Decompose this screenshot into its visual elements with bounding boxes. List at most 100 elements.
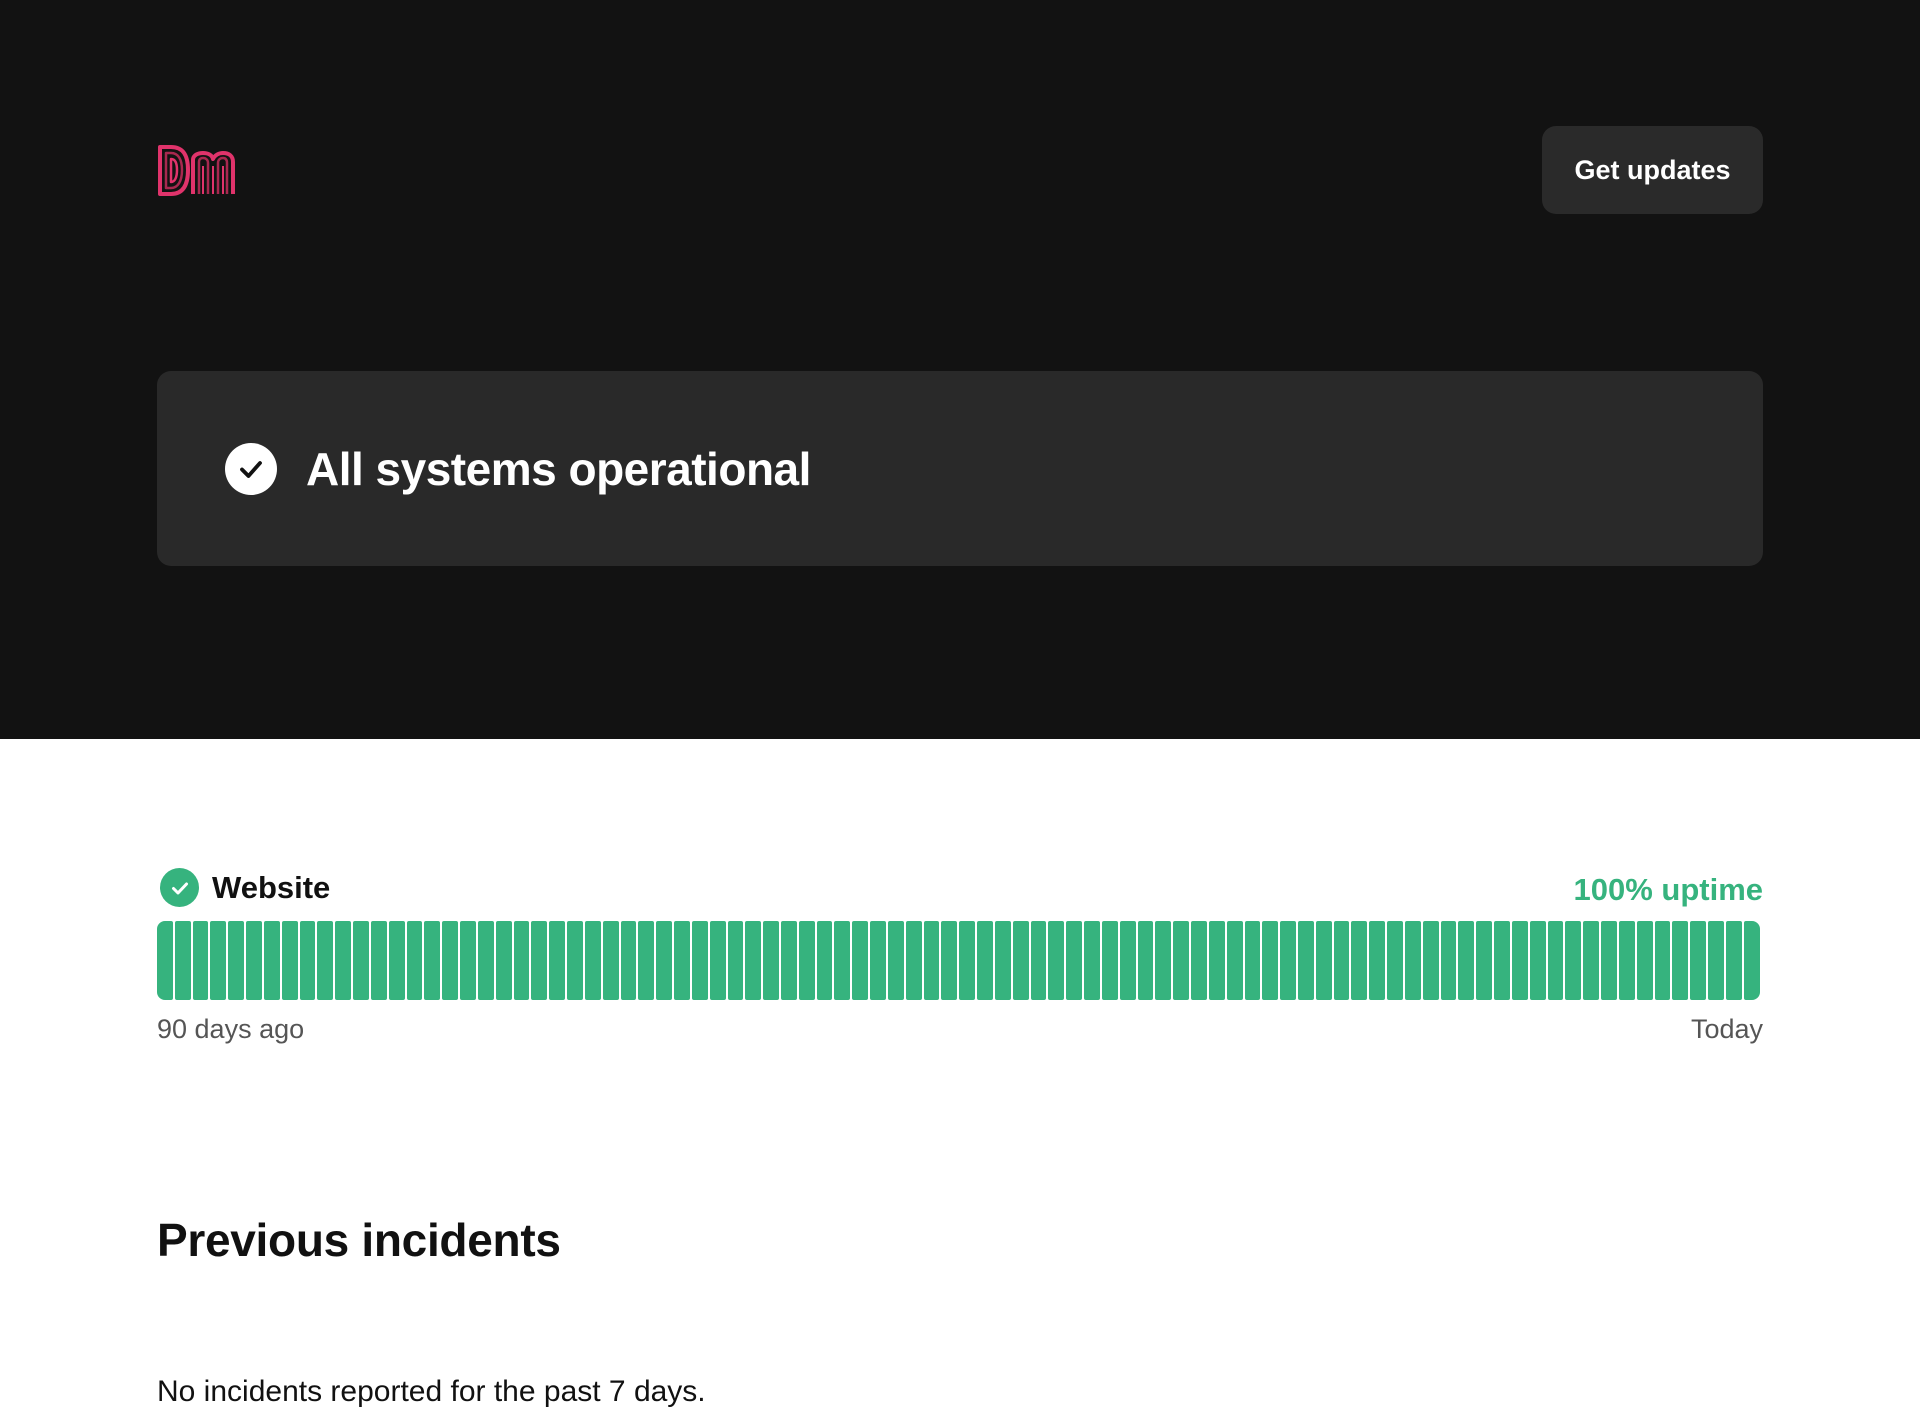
uptime-day-bar[interactable] [870, 921, 886, 1000]
uptime-day-bar[interactable] [1012, 921, 1029, 1000]
uptime-day-bar[interactable] [1030, 921, 1047, 1000]
uptime-day-bar[interactable] [638, 921, 655, 1000]
uptime-day-bar[interactable] [1351, 921, 1368, 1000]
brand-logo[interactable] [157, 144, 235, 196]
uptime-day-bar[interactable] [317, 921, 334, 1000]
component-uptime: 100% uptime [1573, 872, 1763, 907]
uptime-day-bar[interactable] [1547, 921, 1564, 1000]
uptime-day-bar[interactable] [834, 921, 851, 1000]
uptime-day-bar[interactable] [816, 921, 833, 1000]
uptime-day-bar[interactable] [1369, 921, 1386, 1000]
uptime-day-bar[interactable] [763, 921, 779, 1000]
uptime-day-bar[interactable] [1672, 921, 1689, 1000]
uptime-day-bar[interactable] [1333, 921, 1350, 1000]
range-start-label: 90 days ago [157, 1014, 305, 1044]
uptime-day-bar[interactable] [1440, 921, 1457, 1000]
uptime-day-bar[interactable] [780, 921, 797, 1000]
uptime-day-bar[interactable] [994, 921, 1011, 1000]
uptime-day-bar[interactable] [1084, 921, 1100, 1000]
uptime-day-bar[interactable] [923, 921, 940, 1000]
uptime-day-bar[interactable] [157, 921, 173, 1000]
uptime-day-bar[interactable] [299, 921, 316, 1000]
uptime-day-bar[interactable] [424, 921, 441, 1000]
uptime-day-bar[interactable] [281, 921, 298, 1000]
uptime-day-bar[interactable] [228, 921, 245, 1000]
overall-status-banner: All systems operational [157, 371, 1763, 566]
uptime-day-bar[interactable] [246, 921, 262, 1000]
uptime-day-bar[interactable] [1298, 921, 1314, 1000]
uptime-day-bar[interactable] [1743, 921, 1760, 1000]
uptime-day-bar[interactable] [174, 921, 191, 1000]
uptime-day-bar[interactable] [1511, 921, 1528, 1000]
uptime-day-bar[interactable] [1280, 921, 1296, 1000]
uptime-day-bar[interactable] [798, 921, 815, 1000]
uptime-day-bar[interactable] [1690, 921, 1707, 1000]
uptime-day-bar[interactable] [192, 921, 209, 1000]
uptime-day-bar[interactable] [905, 921, 922, 1000]
uptime-day-bar[interactable] [709, 921, 726, 1000]
uptime-day-bar[interactable] [1708, 921, 1724, 1000]
uptime-day-bar[interactable] [1191, 921, 1207, 1000]
uptime-day-bar[interactable] [1529, 921, 1546, 1000]
uptime-day-bar[interactable] [852, 921, 869, 1000]
uptime-day-bar[interactable] [941, 921, 958, 1000]
uptime-day-bar[interactable] [1458, 921, 1475, 1000]
uptime-day-bar[interactable] [210, 921, 227, 1000]
uptime-day-bar[interactable] [1725, 921, 1742, 1000]
uptime-day-bar[interactable] [1101, 921, 1118, 1000]
uptime-day-bar[interactable] [602, 921, 619, 1000]
uptime-day-bar[interactable] [1048, 921, 1065, 1000]
uptime-day-bar[interactable] [335, 921, 352, 1000]
component-name: Website [212, 870, 331, 905]
uptime-day-bar[interactable] [959, 921, 976, 1000]
uptime-day-bar[interactable] [513, 921, 530, 1000]
uptime-day-bar[interactable] [1636, 921, 1653, 1000]
uptime-day-bar[interactable] [531, 921, 548, 1000]
uptime-day-bar[interactable] [1173, 921, 1190, 1000]
uptime-day-bar[interactable] [353, 921, 369, 1000]
uptime-day-bar[interactable] [1262, 921, 1279, 1000]
uptime-day-bar[interactable] [656, 921, 673, 1000]
uptime-day-bar[interactable] [1601, 921, 1617, 1000]
check-circle-icon [225, 442, 277, 495]
uptime-day-bar[interactable] [567, 921, 583, 1000]
uptime-day-bar[interactable] [370, 921, 387, 1000]
uptime-day-bar[interactable] [1155, 921, 1172, 1000]
no-incidents-message: No incidents reported for the past 7 day… [157, 1375, 706, 1408]
uptime-day-bar[interactable] [1618, 921, 1635, 1000]
uptime-day-bar[interactable] [263, 921, 280, 1000]
uptime-day-bar[interactable] [1654, 921, 1671, 1000]
uptime-day-bar[interactable] [1208, 921, 1225, 1000]
uptime-day-bar[interactable] [549, 921, 566, 1000]
uptime-day-bar[interactable] [727, 921, 744, 1000]
uptime-day-bar[interactable] [1565, 921, 1582, 1000]
uptime-day-bar[interactable] [887, 921, 904, 1000]
uptime-day-bar[interactable] [1066, 921, 1083, 1000]
uptime-day-bar[interactable] [406, 921, 423, 1000]
uptime-day-bar[interactable] [1137, 921, 1154, 1000]
uptime-day-bar[interactable] [1583, 921, 1600, 1000]
uptime-day-bar[interactable] [1315, 921, 1332, 1000]
uptime-day-bar[interactable] [674, 921, 690, 1000]
uptime-day-bar[interactable] [388, 921, 405, 1000]
uptime-day-bar[interactable] [1244, 921, 1261, 1000]
uptime-day-bar[interactable] [584, 921, 601, 1000]
check-circle-icon [160, 868, 199, 907]
get-updates-button[interactable]: Get updates [1542, 126, 1763, 214]
uptime-day-bar[interactable] [1422, 921, 1439, 1000]
uptime-day-bar[interactable] [620, 921, 637, 1000]
uptime-day-bar[interactable] [460, 921, 476, 1000]
uptime-day-bar[interactable] [1226, 921, 1243, 1000]
uptime-day-bar[interactable] [1119, 921, 1136, 1000]
uptime-day-bar[interactable] [977, 921, 993, 1000]
uptime-day-bar[interactable] [442, 921, 459, 1000]
uptime-day-bar[interactable] [1387, 921, 1403, 1000]
uptime-bar-chart [157, 921, 1760, 1000]
uptime-day-bar[interactable] [691, 921, 708, 1000]
uptime-day-bar[interactable] [745, 921, 762, 1000]
uptime-day-bar[interactable] [1476, 921, 1493, 1000]
uptime-day-bar[interactable] [1404, 921, 1421, 1000]
uptime-day-bar[interactable] [1494, 921, 1510, 1000]
uptime-day-bar[interactable] [477, 921, 494, 1000]
uptime-day-bar[interactable] [495, 921, 512, 1000]
